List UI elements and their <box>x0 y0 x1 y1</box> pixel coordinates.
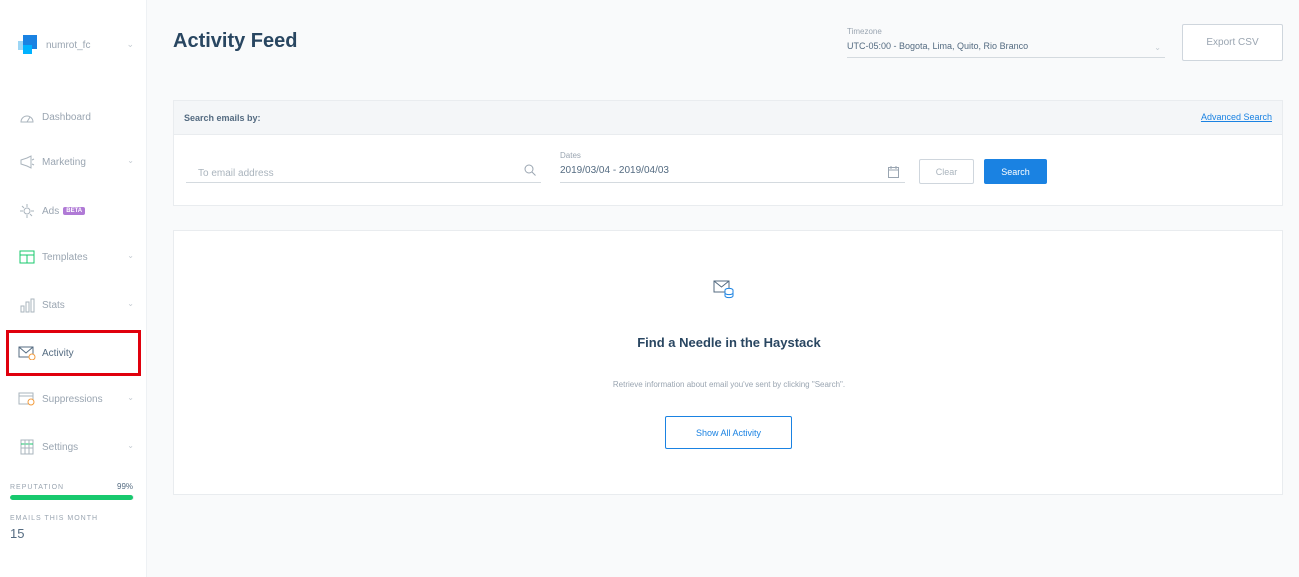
reputation-bar-fill <box>10 495 133 500</box>
reputation-value: 99% <box>117 482 134 491</box>
mail-database-icon <box>713 279 735 304</box>
timezone-label: Timezone <box>847 27 882 36</box>
chevron-down-icon: ⌄ <box>127 299 134 308</box>
sidebar-item-label: Marketing <box>42 156 86 168</box>
emails-this-month-label: EMAILS THIS MONTH <box>10 515 99 522</box>
settings-icon <box>18 439 36 455</box>
chevron-down-icon: ⌄ <box>127 251 134 260</box>
sidebar-item-templates[interactable]: Templates ⌄ <box>18 245 136 269</box>
sidebar-item-settings[interactable]: Settings ⌄ <box>18 435 136 459</box>
ads-icon <box>18 203 36 219</box>
stats-icon <box>18 297 36 313</box>
sidebar-item-label: Suppressions <box>42 393 103 405</box>
chevron-down-icon: ⌄ <box>127 441 134 450</box>
activity-icon <box>18 345 36 361</box>
page-title: Activity Feed <box>173 30 298 52</box>
sidebar-item-label: Dashboard <box>42 111 91 123</box>
sidebar-item-dashboard[interactable]: Dashboard <box>18 105 136 129</box>
chevron-down-icon: ⌄ <box>127 393 134 402</box>
sidebar-item-ads[interactable]: Ads BETA <box>18 199 136 223</box>
sidebar: numrot_fc ⌄ Dashboard Marketing ⌄ Ads BE… <box>0 0 147 577</box>
sidebar-item-stats[interactable]: Stats ⌄ <box>18 293 136 317</box>
sendgrid-logo-icon <box>18 35 38 55</box>
account-switcher[interactable]: numrot_fc ⌄ <box>18 34 138 56</box>
chevron-down-icon: ⌄ <box>1154 43 1161 52</box>
show-all-activity-button[interactable]: Show All Activity <box>665 416 792 449</box>
to-email-input[interactable] <box>186 161 541 183</box>
sidebar-item-label: Templates <box>42 251 88 263</box>
beta-badge: BETA <box>63 207 86 215</box>
timezone-select[interactable]: UTC-05:00 - Bogota, Lima, Quito, Rio Bra… <box>847 38 1165 58</box>
chevron-down-icon: ⌄ <box>127 156 134 165</box>
emails-this-month-value: 15 <box>10 526 25 541</box>
advanced-search-link[interactable]: Advanced Search <box>1201 112 1272 122</box>
clear-button[interactable]: Clear <box>919 159 974 184</box>
templates-icon <box>18 249 36 265</box>
search-button[interactable]: Search <box>984 159 1047 184</box>
sidebar-item-marketing[interactable]: Marketing ⌄ <box>18 150 136 174</box>
sidebar-item-label: Ads <box>42 205 60 217</box>
reputation-bar <box>10 495 134 500</box>
search-title: Search emails by: <box>184 113 261 123</box>
account-name: numrot_fc <box>46 39 91 51</box>
sidebar-item-label: Activity <box>42 347 74 359</box>
search-panel: Search emails by: Advanced Search Dates … <box>173 100 1283 206</box>
sidebar-item-activity[interactable]: Activity <box>18 341 136 365</box>
export-csv-button[interactable]: Export CSV <box>1182 24 1283 61</box>
empty-state-panel: Find a Needle in the Haystack Retrieve i… <box>173 230 1283 495</box>
timezone-value: UTC-05:00 - Bogota, Lima, Quito, Rio Bra… <box>847 41 1029 51</box>
sidebar-item-suppressions[interactable]: Suppressions ⌄ <box>18 387 136 411</box>
dates-label: Dates <box>560 151 581 160</box>
dashboard-icon <box>18 109 36 125</box>
main-content: Activity Feed Timezone UTC-05:00 - Bogot… <box>147 0 1299 577</box>
calendar-icon[interactable] <box>888 165 899 183</box>
sidebar-item-label: Stats <box>42 299 65 311</box>
empty-state-title: Find a Needle in the Haystack <box>637 335 821 350</box>
suppressions-icon <box>18 391 36 407</box>
dates-field[interactable]: 2019/03/04 - 2019/04/03 <box>560 163 905 183</box>
search-panel-header: Search emails by: Advanced Search <box>174 101 1282 135</box>
search-icon[interactable] <box>524 163 536 181</box>
chevron-down-icon: ⌄ <box>126 39 134 49</box>
reputation-label: REPUTATION <box>10 484 65 491</box>
megaphone-icon <box>18 154 36 170</box>
empty-state-text: Retrieve information about email you've … <box>612 380 846 389</box>
sidebar-item-label: Settings <box>42 441 79 453</box>
